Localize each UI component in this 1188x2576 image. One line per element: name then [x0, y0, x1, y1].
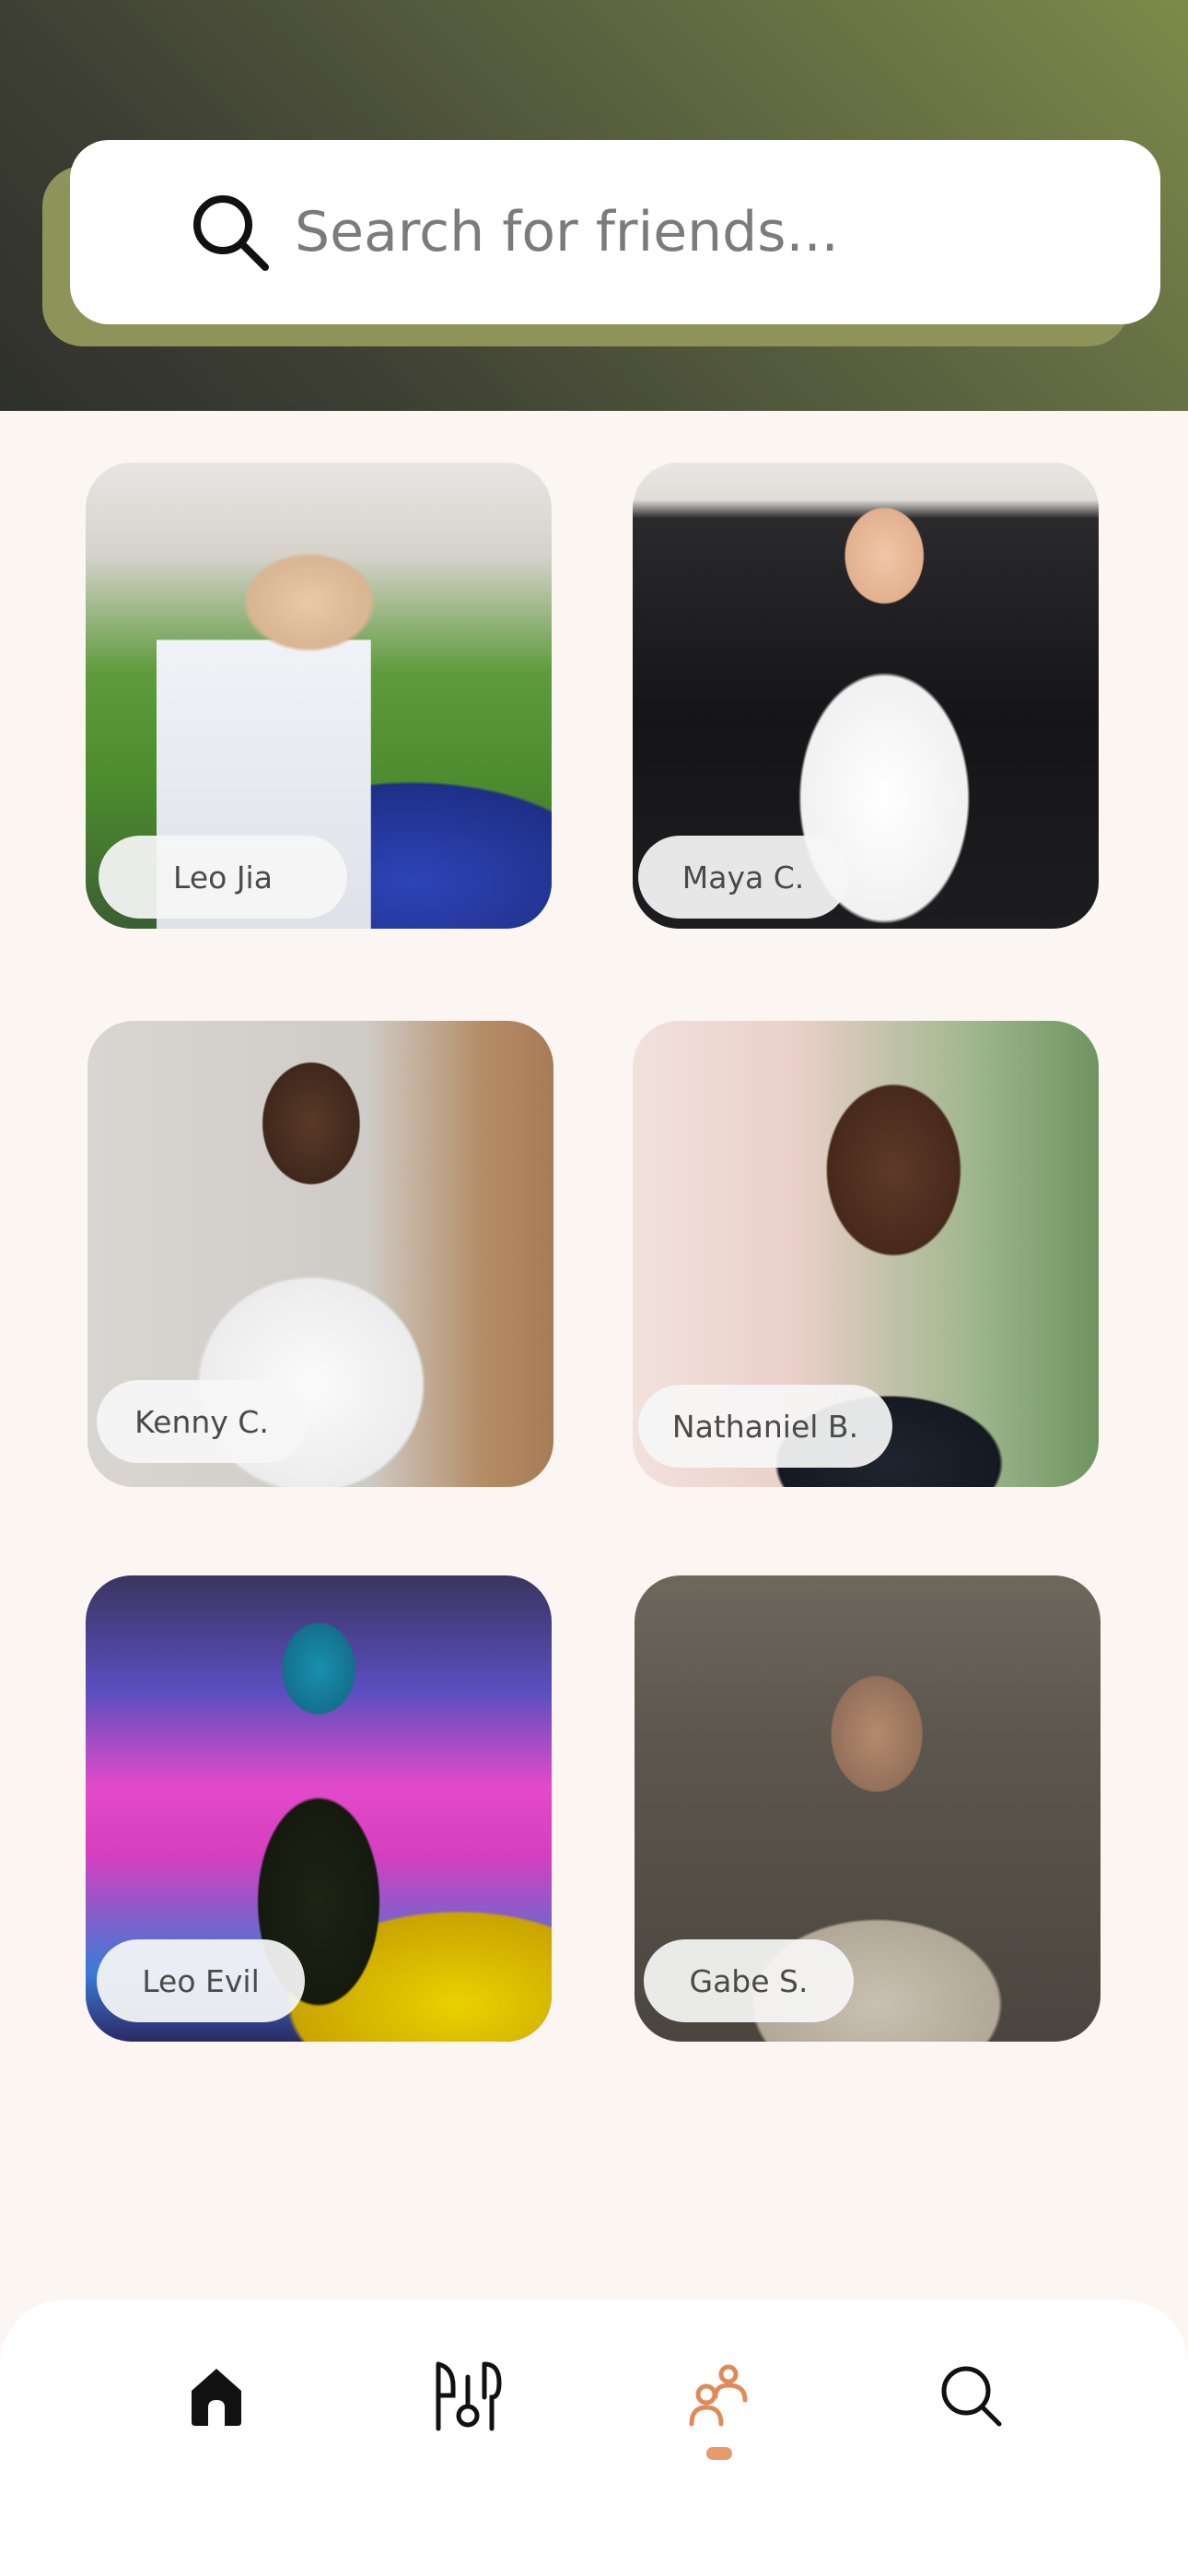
search-icon [190, 192, 271, 273]
friends-icon [688, 2363, 752, 2431]
search-bar[interactable] [70, 140, 1160, 324]
utensils-icon [431, 2359, 505, 2436]
search-icon [938, 2363, 1003, 2431]
friend-card[interactable]: Nathaniel B. [633, 1021, 1099, 1487]
friend-card[interactable]: Leo Evil [86, 1575, 552, 2042]
search-input[interactable] [295, 186, 1124, 278]
friend-name-chip: Gabe S. [644, 1939, 854, 2022]
friend-name-chip: Leo Evil [97, 1939, 305, 2022]
active-indicator [706, 2447, 732, 2460]
bottom-nav [0, 2300, 1188, 2576]
nav-home-button[interactable] [170, 2351, 262, 2443]
friend-name: Nathaniel B. [671, 1408, 859, 1445]
home-icon [186, 2363, 247, 2431]
friend-card[interactable]: Leo Jia [86, 463, 552, 929]
friend-card[interactable]: Kenny C. [87, 1021, 553, 1487]
friend-name: Kenny C. [134, 1403, 269, 1440]
friend-name-chip: Kenny C. [97, 1380, 307, 1463]
friend-name: Gabe S. [689, 1962, 809, 1999]
friend-name-chip: Maya C. [638, 836, 848, 919]
friend-name-chip: Leo Jia [99, 836, 347, 919]
friend-name: Leo Evil [142, 1962, 260, 1999]
nav-recipes-button[interactable] [422, 2351, 514, 2443]
friend-name: Maya C. [681, 859, 805, 896]
nav-search-button[interactable] [925, 2351, 1017, 2443]
friend-card[interactable]: Gabe S. [635, 1575, 1101, 2042]
nav-friends-button[interactable] [674, 2351, 766, 2443]
friend-card[interactable]: Maya C. [633, 463, 1099, 929]
friend-name: Leo Jia [173, 859, 273, 896]
friend-name-chip: Nathaniel B. [638, 1385, 892, 1468]
